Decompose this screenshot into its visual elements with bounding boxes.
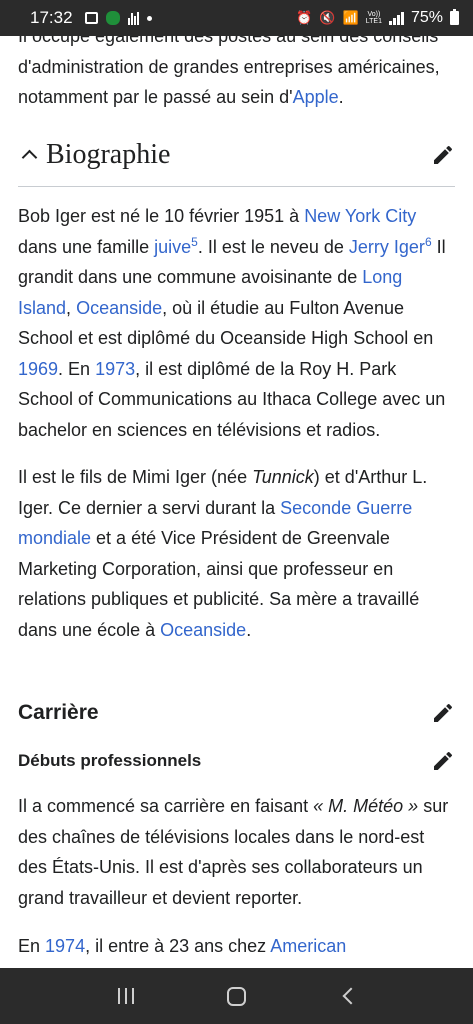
gallery-notification-icon bbox=[84, 12, 98, 24]
back-button[interactable] bbox=[328, 976, 368, 1016]
recents-button[interactable] bbox=[106, 976, 146, 1016]
battery-percentage: 75% bbox=[410, 9, 443, 26]
wifi-icon: 📶 bbox=[342, 10, 359, 25]
home-icon bbox=[227, 986, 246, 1006]
subsection-title: Débuts professionnels bbox=[18, 751, 202, 770]
link-1973[interactable]: 1973 bbox=[95, 359, 135, 379]
link-seconde-guerre-mondiale[interactable]: mondiale bbox=[18, 528, 91, 548]
link-apple[interactable]: Apple bbox=[293, 87, 339, 107]
link-long-island[interactable]: Island bbox=[18, 298, 66, 318]
more-notifications-icon bbox=[146, 15, 152, 21]
link-juive[interactable]: juive bbox=[154, 237, 191, 257]
system-navigation-bar bbox=[0, 968, 473, 1024]
intro-text: notamment par le passé au sein d' bbox=[18, 87, 293, 107]
battery-icon bbox=[450, 9, 459, 25]
link-jerry-iger[interactable]: Jerry Iger bbox=[349, 237, 425, 257]
link-new-york-city[interactable]: New York City bbox=[304, 206, 416, 226]
section-heading-carriere: Carrière bbox=[18, 698, 455, 728]
citation-5[interactable]: 5 bbox=[191, 235, 198, 249]
section-divider bbox=[18, 186, 455, 187]
signal-strength-icon bbox=[388, 11, 404, 25]
link-oceanside[interactable]: Oceanside bbox=[76, 298, 162, 318]
citation-6[interactable]: 6 bbox=[425, 235, 432, 249]
network-type-icon: Vo)) LTE1 bbox=[365, 11, 382, 25]
alarm-icon: ⏰ bbox=[296, 10, 313, 25]
mute-icon: 🔇 bbox=[319, 10, 336, 25]
equalizer-notification-icon bbox=[127, 11, 139, 25]
carriere-paragraph-2: En 1974, il entre à 23 ans chez American bbox=[18, 936, 347, 956]
link-long-island[interactable]: Long bbox=[362, 267, 402, 287]
link-1974[interactable]: 1974 bbox=[45, 936, 85, 956]
subsection-heading-debuts: Débuts professionnels bbox=[18, 747, 455, 775]
status-bar: 17:32 ⏰ 🔇 📶 Vo)) LTE1 75% bbox=[0, 0, 473, 36]
app-notification-icon bbox=[105, 11, 120, 25]
link-american[interactable]: American bbox=[270, 936, 346, 956]
edit-pencil-icon[interactable] bbox=[431, 701, 455, 725]
link-seconde-guerre-mondiale[interactable]: Seconde Guerre bbox=[280, 498, 412, 518]
section-title: Biographie bbox=[46, 139, 171, 170]
carriere-paragraph-1: Il a commencé sa carrière en faisant « M… bbox=[18, 796, 449, 908]
link-1969[interactable]: 1969 bbox=[18, 359, 58, 379]
edit-pencil-icon[interactable] bbox=[431, 143, 455, 167]
home-button[interactable] bbox=[217, 976, 257, 1016]
intro-line: d'administration de grandes entreprises … bbox=[18, 56, 440, 77]
chevron-up-icon[interactable] bbox=[20, 146, 38, 164]
recents-icon bbox=[117, 988, 134, 1004]
section-title: Carrière bbox=[18, 701, 99, 724]
link-oceanside[interactable]: Oceanside bbox=[160, 620, 246, 640]
back-icon bbox=[342, 987, 359, 1005]
edit-pencil-icon[interactable] bbox=[431, 749, 455, 773]
status-time: 17:32 bbox=[30, 8, 73, 27]
biographie-paragraph-1: Bob Iger est né le 10 février 1951 à New… bbox=[18, 206, 446, 440]
section-heading-biographie[interactable]: Biographie bbox=[18, 136, 455, 174]
biographie-paragraph-2: Il est le fils de Mimi Iger (née Tunnick… bbox=[18, 467, 428, 640]
